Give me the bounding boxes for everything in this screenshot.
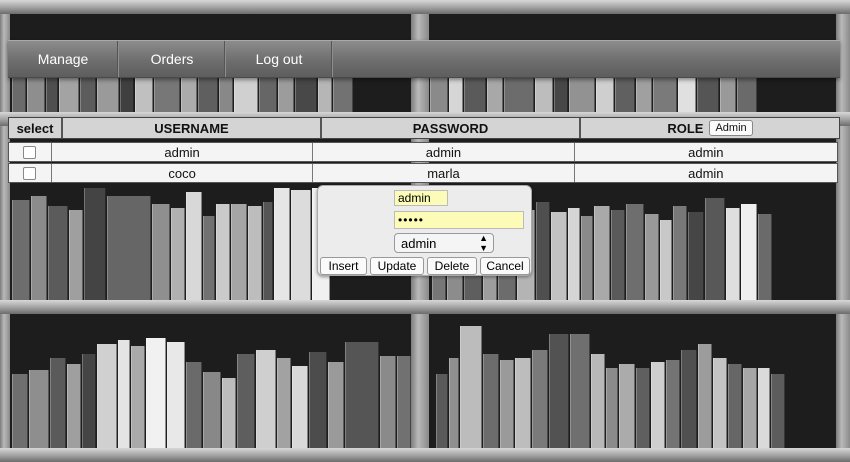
nav-logout-link[interactable]: Log out bbox=[226, 41, 333, 77]
nav-manage-link[interactable]: Manage bbox=[8, 41, 119, 77]
delete-button[interactable]: Delete bbox=[427, 257, 477, 275]
row-role[interactable]: admin bbox=[575, 164, 837, 182]
header-role: ROLE Admin bbox=[581, 118, 839, 138]
user-edit-panel: admin ••••• admin ▲ ▼ Insert Update Delet… bbox=[317, 185, 532, 276]
row-role[interactable]: admin bbox=[575, 143, 837, 161]
nav-orders-link[interactable]: Orders bbox=[119, 41, 226, 77]
nav-bar: Manage Orders Log out bbox=[8, 40, 840, 78]
row-select-checkbox[interactable] bbox=[23, 166, 37, 180]
row-username[interactable]: coco bbox=[52, 164, 314, 182]
header-username: USERNAME bbox=[63, 118, 322, 138]
role-select[interactable]: admin ▲ ▼ bbox=[394, 233, 494, 253]
password-input[interactable]: ••••• bbox=[394, 211, 524, 229]
username-input[interactable]: admin bbox=[394, 190, 448, 206]
role-select-value: admin bbox=[401, 235, 437, 251]
users-table-header: select USERNAME PASSWORD ROLE Admin bbox=[8, 117, 840, 139]
header-password: PASSWORD bbox=[322, 118, 581, 138]
role-filter-button[interactable]: Admin bbox=[709, 120, 753, 136]
insert-button[interactable]: Insert bbox=[320, 257, 367, 275]
edit-actions: Insert Update Delete Cancel bbox=[320, 257, 530, 275]
header-select: select bbox=[9, 118, 63, 138]
cancel-button[interactable]: Cancel bbox=[480, 257, 530, 275]
row-select-checkbox[interactable] bbox=[23, 145, 37, 159]
row-select-cell bbox=[9, 164, 52, 182]
update-button[interactable]: Update bbox=[370, 257, 424, 275]
row-select-cell bbox=[9, 143, 52, 161]
row-password[interactable]: admin bbox=[313, 143, 575, 161]
row-password[interactable]: marla bbox=[313, 164, 575, 182]
header-role-label: ROLE bbox=[667, 120, 704, 136]
table-row: coco marla admin bbox=[8, 163, 838, 183]
row-username[interactable]: admin bbox=[52, 143, 314, 161]
select-arrows-icon: ▲ ▼ bbox=[479, 233, 488, 253]
table-row: admin admin admin bbox=[8, 142, 838, 162]
